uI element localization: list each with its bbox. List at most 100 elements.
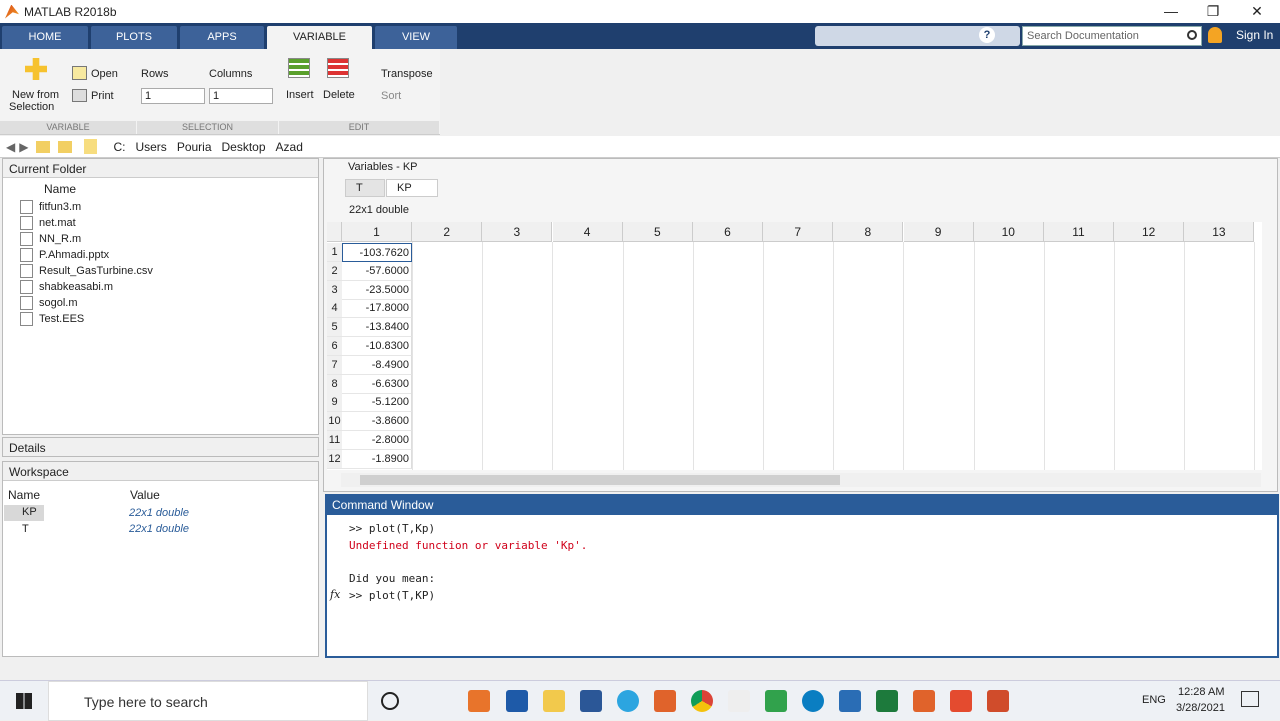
telegram-icon[interactable] [617,690,639,712]
grid-cell[interactable]: -13.8400 [342,318,412,338]
workspace-value-header[interactable]: Value [130,488,160,502]
details-panel[interactable]: Details [2,437,319,457]
tab-home[interactable]: HOME [2,26,88,49]
search-documentation-input[interactable]: Search Documentation [1022,26,1202,46]
language-indicator[interactable]: ENG [1142,694,1166,706]
chrome-icon[interactable] [691,690,713,712]
column-header[interactable]: 10 [973,222,1044,242]
row-header[interactable]: 9 [327,393,342,413]
open-icon[interactable] [72,66,87,80]
grid-cell[interactable]: -8.4900 [342,355,412,375]
back-icon[interactable]: ◀ [6,140,15,154]
fx-icon[interactable]: fx [330,588,340,601]
var-t-name[interactable]: T [22,523,29,535]
new-from-label[interactable]: New from [12,89,59,101]
tab-var-kp[interactable]: KP [386,179,438,197]
path-desktop[interactable]: Desktop [222,140,266,154]
var-kp-name[interactable]: KP [22,506,37,518]
camtasia-icon[interactable] [765,690,787,712]
column-header[interactable]: 12 [1114,222,1185,242]
file-item[interactable]: P.Ahmadi.pptx [20,247,109,263]
row-header[interactable]: 6 [327,337,342,356]
tab-plots[interactable]: PLOTS [91,26,177,49]
command-prompt-input[interactable]: >> plot(T,KP) [349,589,435,602]
help-icon[interactable]: ? [979,27,995,43]
matlab-icon[interactable] [654,690,676,712]
rows-input[interactable]: 1 [141,88,205,104]
address-bar[interactable]: ◀ ▶ C: Users Pouria Desktop Azad [0,136,1280,158]
browse-folder-icon[interactable] [58,140,73,153]
row-header[interactable]: 3 [327,280,342,300]
print-button[interactable]: Print [91,90,114,102]
path-c[interactable]: C: [113,140,125,154]
file-item[interactable]: net.mat [20,215,76,231]
grid-cell[interactable]: -10.8300 [342,337,412,356]
command-window[interactable]: Command Window >> plot(T,Kp) Undefined f… [325,494,1279,658]
file-item[interactable]: Test.EES [20,311,84,327]
column-header[interactable]: 13 [1184,222,1255,242]
row-header[interactable]: 8 [327,374,342,394]
column-header[interactable]: 3 [482,222,553,242]
grid-cell[interactable]: -2.8000 [342,431,412,450]
minimize-button[interactable]: — [1150,0,1192,23]
delete-button[interactable]: Delete [323,89,355,101]
tab-variable[interactable]: VARIABLE [267,26,372,49]
pdf-icon[interactable] [987,690,1009,712]
tab-apps[interactable]: APPS [180,26,264,49]
insert-button[interactable]: Insert [286,89,314,101]
file-item[interactable]: shabkeasabi.m [20,279,113,295]
close-button[interactable]: ✕ [1236,0,1278,23]
column-header[interactable]: 9 [903,222,974,242]
grid-cell[interactable]: -5.1200 [342,393,412,413]
windows-start-icon[interactable] [16,693,32,709]
column-header[interactable]: 8 [833,222,904,242]
network-app-icon[interactable] [728,690,750,712]
selection-label[interactable]: Selection [9,101,54,113]
file-item[interactable]: Result_GasTurbine.csv [20,263,153,279]
recorder-icon[interactable] [950,690,972,712]
grid-cell[interactable]: -103.7620 [342,243,412,262]
monitor-app-icon[interactable] [506,690,528,712]
column-header[interactable]: 1 [342,222,412,242]
row-header[interactable]: 7 [327,355,342,375]
print-icon[interactable] [72,89,87,102]
column-header[interactable]: 2 [412,222,483,242]
file-item[interactable]: sogol.m [20,295,78,311]
row-header[interactable]: 12 [327,449,342,469]
tab-var-t[interactable]: T [345,179,385,197]
photos-icon[interactable] [839,690,861,712]
clock-date[interactable]: 3/28/2021 [1176,702,1225,714]
powerpoint-like-app-icon[interactable] [468,690,490,712]
notification-icon[interactable] [1241,691,1259,707]
grid-corner[interactable] [327,222,342,242]
workspace-name-header[interactable]: Name [8,488,40,502]
file-item[interactable]: NN_R.m [20,231,81,247]
row-header[interactable]: 1 [327,243,342,262]
transpose-button[interactable]: Transpose [381,68,433,80]
grid-cell[interactable]: -23.5000 [342,280,412,300]
restore-button[interactable]: ❐ [1192,0,1234,23]
bell-icon[interactable] [1208,27,1222,43]
grid-cell[interactable]: -6.6300 [342,374,412,394]
grid-cell[interactable]: -57.6000 [342,261,412,281]
excel-icon[interactable] [876,690,898,712]
horizontal-scroll-thumb[interactable] [360,475,840,485]
tab-view[interactable]: VIEW [375,26,457,49]
column-header[interactable]: 6 [693,222,763,242]
row-header[interactable]: 10 [327,412,342,432]
sign-in-link[interactable]: Sign In [1236,28,1273,42]
row-header[interactable]: 5 [327,318,342,338]
row-header[interactable]: 2 [327,261,342,281]
word-icon[interactable] [580,690,602,712]
path-azad[interactable]: Azad [276,140,303,154]
forward-icon[interactable]: ▶ [19,140,28,154]
row-header[interactable]: 11 [327,431,342,450]
path-users[interactable]: Users [135,140,166,154]
column-header[interactable]: 5 [622,222,693,242]
column-header[interactable]: 11 [1044,222,1114,242]
matlab-active-icon[interactable] [913,690,935,712]
clock-time[interactable]: 12:28 AM [1178,686,1224,698]
sort-button[interactable]: Sort [381,90,401,102]
name-column-header[interactable]: Name [44,182,76,196]
grid-cell[interactable]: -17.8000 [342,299,412,319]
